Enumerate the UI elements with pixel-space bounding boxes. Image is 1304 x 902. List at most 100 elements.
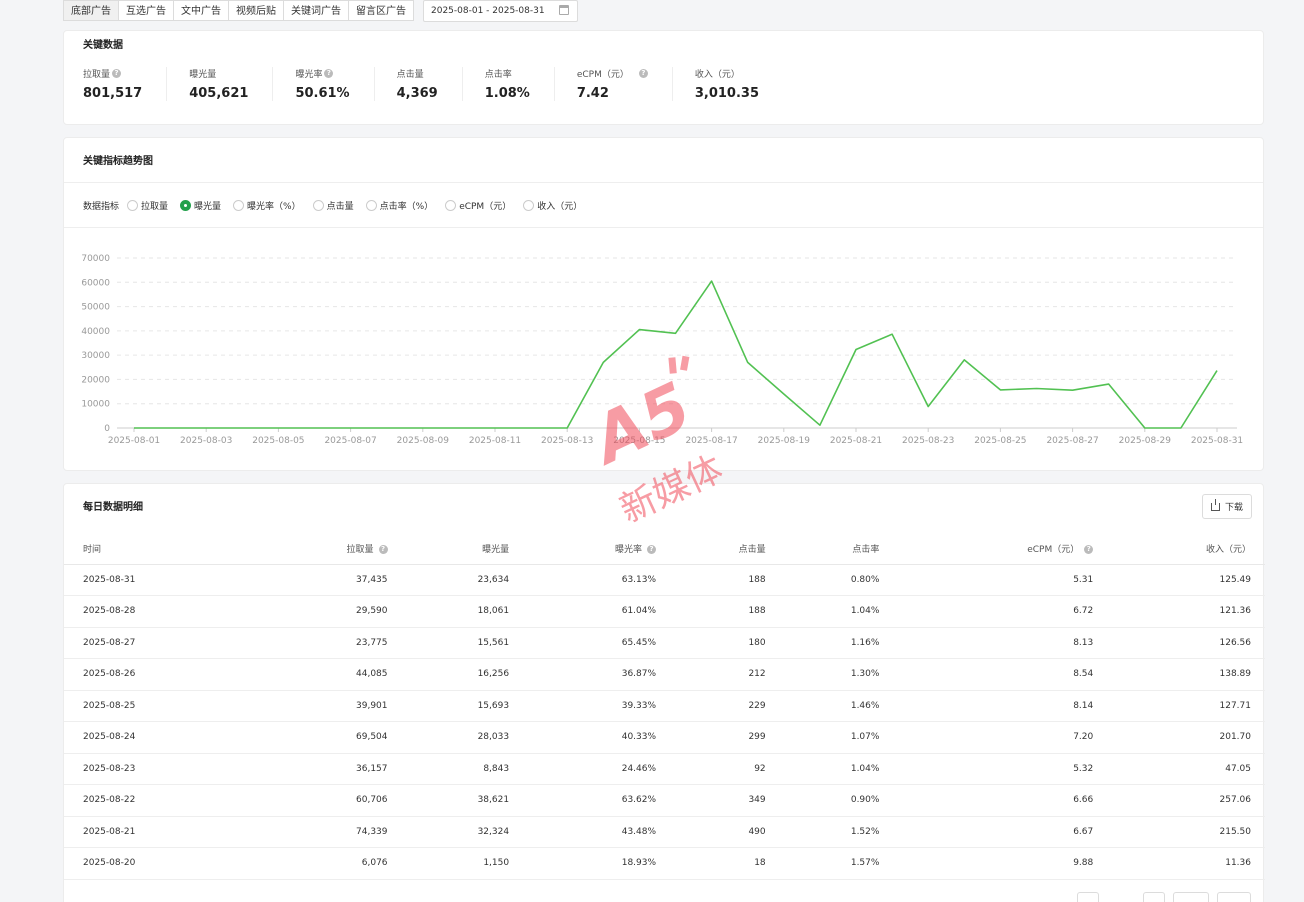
column-header: 收入（元） — [1107, 534, 1265, 565]
table-cell: 15,693 — [401, 690, 524, 722]
metric-label: 点击量 — [397, 67, 438, 80]
table-row: 2025-08-20 6,076 1,150 18.93% 18 1.57% 9.88 11.… — [64, 847, 1265, 880]
x-tick-label: 2025-08-29 — [1119, 436, 1172, 446]
radio-button-icon[interactable] — [233, 200, 245, 211]
column-header: 点击量 — [670, 534, 780, 565]
metric-radio-option[interactable]: 曝光率（%） — [233, 199, 301, 212]
metric-radio-option[interactable]: eCPM（元） — [445, 199, 511, 212]
help-icon[interactable]: ? — [638, 69, 648, 78]
tab-bottom-ad[interactable]: 底部广告 — [64, 1, 119, 20]
table-row: 2025-08-26 44,085 16,256 36.87% 212 1.30% 8.54… — [64, 658, 1265, 691]
radio-button-icon[interactable] — [365, 200, 377, 211]
table-cell: 63.62% — [523, 784, 671, 817]
date-range-picker[interactable]: 2025-08-01 - 2025-08-31 — [423, 0, 578, 22]
table-cell: 5.32 — [893, 753, 1108, 785]
radio-label: eCPM（元） — [459, 202, 512, 212]
help-icon[interactable]: ? — [378, 545, 388, 555]
table-cell: 1.52% — [779, 816, 894, 848]
download-button[interactable]: 下载 — [1202, 494, 1252, 519]
radio-button-icon[interactable] — [127, 200, 139, 211]
table-cell: 69,504 — [254, 721, 402, 754]
jump-button[interactable] — [1217, 892, 1251, 902]
daily-detail-title: 每日数据明细 — [83, 502, 143, 513]
y-tick-label: 10000 — [81, 400, 110, 410]
help-icon[interactable]: ? — [112, 69, 122, 78]
table-cell: 1.46% — [779, 690, 894, 722]
radio-button-icon[interactable] — [445, 200, 457, 211]
key-data-title: 关键数据 — [83, 40, 123, 51]
metric-radio-option[interactable]: 点击量 — [312, 199, 354, 212]
table-cell: 36.87% — [523, 658, 671, 691]
metric-value: 3,010.35 — [694, 86, 759, 101]
table-cell: 299 — [670, 721, 780, 754]
metric-value: 4,369 — [396, 86, 438, 101]
divider — [64, 227, 1263, 228]
radio-button-icon[interactable] — [523, 200, 535, 211]
table-cell: 61.04% — [523, 595, 671, 628]
table-cell: 1.04% — [779, 595, 894, 628]
table-cell: 201.70 — [1107, 721, 1265, 754]
table-cell: 127.71 — [1107, 690, 1265, 722]
help-icon[interactable]: ? — [647, 545, 657, 555]
page-jump-input[interactable] — [1173, 892, 1209, 902]
x-tick-label: 2025-08-23 — [902, 436, 954, 446]
x-tick-label: 2025-08-11 — [469, 436, 521, 446]
table-cell: 0.80% — [779, 564, 894, 596]
metric-radio-option[interactable]: 点击率（%） — [365, 199, 433, 212]
table-cell: 180 — [670, 627, 780, 659]
metric-radio-option[interactable]: 收入（元） — [523, 199, 582, 212]
table-cell: 37,435 — [254, 564, 402, 596]
prev-page-button[interactable] — [1077, 892, 1099, 902]
table-header-row: 时间 拉取量? 曝光量 曝光率? 点击量 点击率 eCPM（元）? 收入（元） — [64, 534, 1265, 565]
table-cell: 11.36 — [1107, 847, 1265, 880]
table-cell: 212 — [670, 658, 780, 691]
help-icon[interactable]: ? — [1084, 545, 1094, 555]
metric-item: 收入（元） 3,010.35 — [673, 67, 783, 101]
table-cell: 8.54 — [893, 658, 1108, 691]
x-tick-label: 2025-08-05 — [252, 436, 304, 446]
y-tick-label: 70000 — [81, 254, 110, 264]
x-tick-label: 2025-08-19 — [758, 436, 811, 446]
tab-mutual-ad[interactable]: 互选广告 — [119, 1, 174, 20]
table-cell: 2025-08-27 — [64, 627, 255, 659]
table-cell: 188 — [670, 564, 780, 596]
column-header-label: eCPM（元） — [1027, 545, 1080, 556]
tab-keyword-ad[interactable]: 关键词广告 — [284, 1, 349, 20]
tab-in-article-ad[interactable]: 文中广告 — [174, 1, 229, 20]
column-header: 曝光率? — [523, 534, 671, 565]
table-cell: 15,561 — [401, 627, 524, 659]
table-cell: 47.05 — [1107, 753, 1265, 785]
radio-label: 曝光率（%） — [247, 202, 301, 212]
y-tick-label: 0 — [104, 424, 110, 434]
table-cell: 2025-08-31 — [64, 564, 255, 596]
help-icon[interactable]: ? — [324, 69, 334, 78]
column-header-label: 拉取量 — [346, 545, 374, 556]
table-cell: 92 — [670, 753, 780, 785]
radio-button-icon[interactable] — [180, 200, 192, 211]
tab-video-post-ad[interactable]: 视频后贴 — [229, 1, 284, 20]
table-cell: 6.67 — [893, 816, 1108, 848]
table-cell: 1.07% — [779, 721, 894, 754]
table-cell: 9.88 — [893, 847, 1108, 880]
radio-button-icon[interactable] — [312, 200, 324, 211]
trend-card: 关键指标趋势图 数据指标 拉取量 曝光量 曝光率（%） 点击量 点击率（%） eCPM（元… — [63, 137, 1264, 471]
table-cell: 125.49 — [1107, 564, 1265, 596]
table-cell: 1.30% — [779, 658, 894, 691]
metric-label: 点击率 — [485, 67, 530, 80]
page-indicator — [1107, 892, 1135, 902]
table-row: 2025-08-31 37,435 23,634 63.13% 188 0.80% 5.31… — [64, 564, 1265, 596]
metric-selector-label: 数据指标 — [83, 202, 120, 212]
next-page-button[interactable] — [1143, 892, 1165, 902]
y-tick-label: 60000 — [81, 278, 110, 288]
tab-comment-ad[interactable]: 留言区广告 — [349, 1, 413, 20]
table-cell: 18,061 — [401, 595, 524, 628]
radio-label: 点击量 — [326, 202, 354, 212]
x-tick-label: 2025-08-15 — [613, 436, 665, 446]
series-line — [134, 280, 1218, 429]
metric-radio-option[interactable]: 曝光量 — [180, 199, 221, 212]
metric-radio-option[interactable]: 拉取量 — [127, 199, 168, 212]
table-cell: 188 — [670, 595, 780, 628]
x-tick-label: 2025-08-03 — [180, 436, 232, 446]
table-cell: 28,033 — [401, 721, 524, 754]
metric-label-text: 曝光量 — [189, 70, 217, 80]
